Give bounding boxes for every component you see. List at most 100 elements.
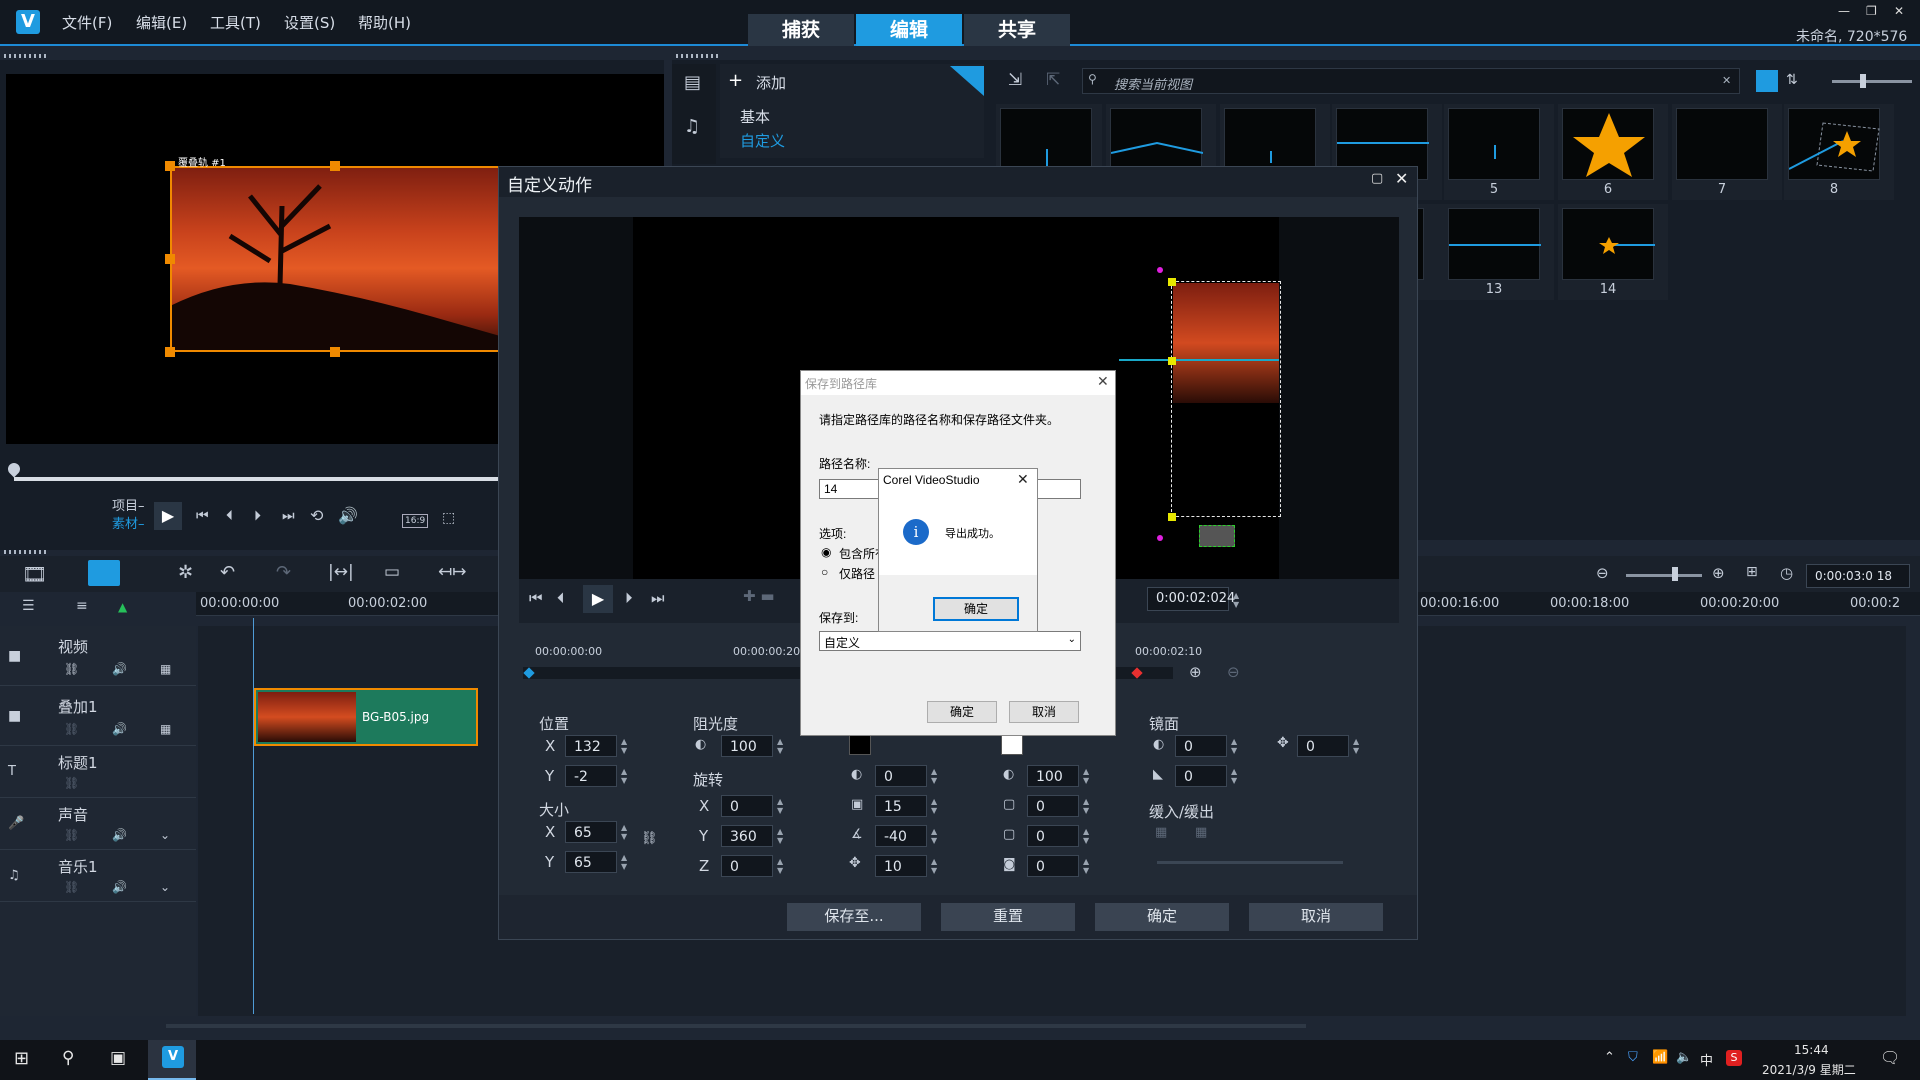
spinner-icon[interactable]: ▲ ▼ xyxy=(777,737,783,755)
start-icon[interactable]: ⏮ xyxy=(529,589,543,607)
ease-out-icon[interactable]: ▦ xyxy=(1195,825,1207,840)
view-thumbs-icon[interactable] xyxy=(1756,70,1778,92)
handle-icon[interactable] xyxy=(1157,267,1163,273)
menu-edit[interactable]: 编辑(E) xyxy=(136,12,187,33)
spinner-icon[interactable]: ▲ ▼ xyxy=(931,797,937,815)
add-icon[interactable]: + xyxy=(728,70,743,91)
speaker-icon[interactable]: 🔈 xyxy=(1676,1050,1692,1065)
path-thumbnail[interactable]: 14 xyxy=(1558,204,1668,300)
handle-icon[interactable] xyxy=(1168,513,1176,521)
spinner-icon[interactable]: ▲ ▼ xyxy=(777,797,783,815)
handle-icon[interactable] xyxy=(1157,535,1163,541)
spinner-icon[interactable]: ▲ ▼ xyxy=(1353,737,1359,755)
position-x-input[interactable]: 132 xyxy=(565,735,617,757)
ease-slider[interactable] xyxy=(1157,861,1343,864)
spinner-icon[interactable]: ▲ ▼ xyxy=(621,853,627,871)
spinner-icon[interactable]: ▲ ▼ xyxy=(931,827,937,845)
track-header-voice[interactable]: 🎤 声音 ⛓ 🔊 ⌄ xyxy=(0,800,196,850)
thumb-size-slider[interactable] xyxy=(1832,80,1912,83)
crop-icon[interactable]: ⬚ xyxy=(442,510,455,526)
aspect-ratio-button[interactable]: 16:9 xyxy=(402,514,429,528)
end-icon[interactable]: ⏭ xyxy=(282,508,295,524)
play-button[interactable]: ▶ xyxy=(154,502,182,530)
link-icon[interactable]: ⛓ xyxy=(64,776,79,790)
spinner-icon[interactable]: ▲ ▼ xyxy=(1083,827,1089,845)
maximize-icon[interactable]: ▢ xyxy=(1371,171,1383,186)
message-ok-button[interactable]: 确定 xyxy=(933,597,1019,621)
audio-icon[interactable]: ♫ xyxy=(684,116,700,137)
mirror-offset-input[interactable]: 0 xyxy=(1297,735,1349,757)
zoom-slider[interactable] xyxy=(1626,574,1702,577)
timeline-grip[interactable] xyxy=(4,550,48,554)
border-width-input[interactable]: 15 xyxy=(875,795,927,817)
spinner-icon[interactable]: ▲ ▼ xyxy=(931,767,937,785)
clear-search-icon[interactable]: ✕ xyxy=(1722,74,1731,87)
close-app-button[interactable]: ✕ xyxy=(1894,4,1904,18)
next-frame-icon[interactable]: ⏵ xyxy=(254,508,261,524)
category-custom[interactable]: 自定义 xyxy=(740,130,785,151)
ripple-edit-icon[interactable]: ▲ xyxy=(118,600,127,614)
search-input[interactable]: 搜索当前视图 xyxy=(1114,74,1192,93)
rotate-x-input[interactable]: 0 xyxy=(721,795,773,817)
close-icon[interactable]: ✕ xyxy=(1017,471,1029,488)
redo-icon[interactable]: ↷ xyxy=(276,562,291,583)
spinner-icon[interactable]: ▲ ▼ xyxy=(777,827,783,845)
menu-file[interactable]: 文件(F) xyxy=(62,12,112,33)
shadow-input[interactable]: 0 xyxy=(1027,855,1079,877)
shadow-opacity-input[interactable]: 100 xyxy=(1027,765,1079,787)
record-icon[interactable]: ▭ xyxy=(384,562,400,582)
reset-button[interactable]: 重置 xyxy=(941,903,1075,931)
project-label[interactable]: 项目– xyxy=(112,498,145,516)
spinner-icon[interactable]: ▲ ▼ xyxy=(621,737,627,755)
grid-icon[interactable]: ▦ xyxy=(160,722,171,736)
menu-help[interactable]: 帮助(H) xyxy=(358,12,411,33)
handle-icon[interactable] xyxy=(1168,278,1176,286)
close-icon[interactable]: ✕ xyxy=(1395,169,1408,188)
path-thumbnail[interactable]: 5 xyxy=(1444,104,1554,200)
tools-icon[interactable]: ✲ xyxy=(178,562,193,583)
save-path-cancel-button[interactable]: 取消 xyxy=(1009,701,1079,723)
spinner-icon[interactable]: ▲ ▼ xyxy=(621,823,627,841)
split-icon[interactable]: ↤↦ xyxy=(438,562,467,582)
spinner-icon[interactable]: ▲ ▼ xyxy=(931,857,937,875)
tab-edit[interactable]: 编辑 xyxy=(856,14,962,46)
spinner-icon[interactable]: ▲ ▼ xyxy=(621,767,627,785)
chapter-icon[interactable]: ≡ xyxy=(76,598,88,614)
timeline-scrollbar[interactable] xyxy=(166,1024,1306,1028)
path-thumbnail[interactable]: 7 xyxy=(1672,104,1782,200)
playhead[interactable] xyxy=(253,618,254,1014)
storyboard-view-icon[interactable]: 🎞 xyxy=(22,562,47,586)
timecode-spinner-icon[interactable]: ▲ ▼ xyxy=(1233,591,1239,609)
zoom-slider-handle[interactable] xyxy=(1672,567,1678,581)
opacity-input[interactable]: 100 xyxy=(721,735,773,757)
resize-handle[interactable] xyxy=(165,254,175,264)
category-basic[interactable]: 基本 xyxy=(740,106,770,127)
cancel-button[interactable]: 取消 xyxy=(1249,903,1383,931)
spinner-icon[interactable]: ▲ ▼ xyxy=(1083,857,1089,875)
zoom-in-icon[interactable]: ⊕ xyxy=(1189,663,1202,681)
search-icon[interactable]: ⚲ xyxy=(62,1048,74,1068)
fit-icon[interactable]: |↔| xyxy=(328,562,354,582)
timeline-clip[interactable]: BG-B05.jpg xyxy=(254,688,478,746)
resize-handle[interactable] xyxy=(330,161,340,171)
mirror-opacity-input[interactable]: 0 xyxy=(1175,735,1227,757)
add-keyframe-icon[interactable]: ✚ ▬ xyxy=(743,587,775,605)
ime-indicator[interactable]: 中 xyxy=(1700,1050,1713,1069)
motion-bounding-box[interactable] xyxy=(1171,281,1281,517)
handle-icon[interactable] xyxy=(1168,357,1176,365)
spinner-icon[interactable]: ▲ ▼ xyxy=(1231,737,1237,755)
radio-include-all[interactable]: ◉ xyxy=(821,545,831,559)
shadow-input[interactable]: 0 xyxy=(1027,795,1079,817)
chevron-up-icon[interactable]: ⌃ xyxy=(1604,1050,1615,1065)
rotate-z-input[interactable]: 0 xyxy=(721,855,773,877)
network-icon[interactable]: 📶 xyxy=(1652,1050,1668,1065)
task-view-icon[interactable]: ▣ xyxy=(110,1048,126,1068)
export-icon[interactable]: ⇱ xyxy=(1046,70,1060,90)
save-to-button[interactable]: 保存至... xyxy=(787,903,921,931)
add-category-button[interactable]: 添加 xyxy=(756,72,786,93)
resize-handle[interactable] xyxy=(165,161,175,171)
menu-settings[interactable]: 设置(S) xyxy=(284,12,335,33)
next-frame-icon[interactable]: ⏵ xyxy=(625,589,633,607)
path-thumbnail[interactable]: 8 xyxy=(1784,104,1894,200)
size-x-input[interactable]: 65 xyxy=(565,821,617,843)
